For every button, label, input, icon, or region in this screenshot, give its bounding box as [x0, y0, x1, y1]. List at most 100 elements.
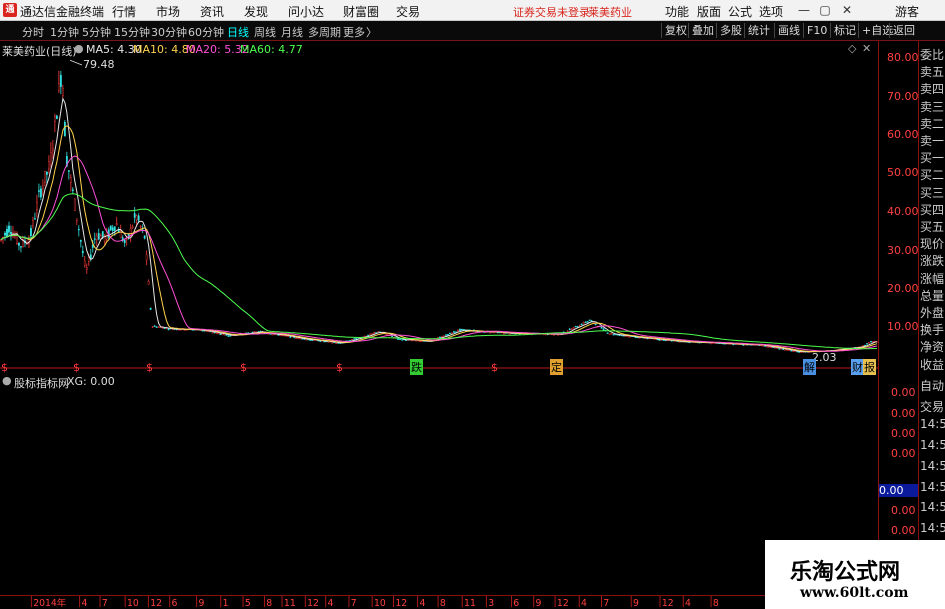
watermark-url: www.60lt.com: [800, 585, 909, 601]
candle-body: [870, 341, 872, 343]
period-multi[interactable]: 多周期: [308, 24, 341, 40]
period-15min[interactable]: 15分钟: [114, 24, 150, 40]
menu-layout[interactable]: 版面: [697, 3, 721, 20]
back-button[interactable]: 返回: [889, 23, 918, 38]
chevron-right-icon[interactable]: 〉: [366, 24, 377, 40]
sub-y-tick-label: 0.00: [891, 427, 916, 440]
event-marker-unlock[interactable]: 解: [803, 359, 816, 375]
time-axis-label: 8: [713, 598, 719, 609]
kline-chart[interactable]: [0, 41, 878, 609]
menu-news[interactable]: 资讯: [200, 3, 224, 20]
diamond-icon[interactable]: ◇: [848, 42, 856, 55]
candle-body: [742, 344, 745, 346]
candle-body: [441, 336, 443, 338]
f10-button[interactable]: F10: [803, 23, 830, 38]
period-weekly[interactable]: 周线: [254, 24, 276, 40]
period-tick[interactable]: 分时: [22, 24, 44, 40]
period-daily[interactable]: 日线: [227, 24, 249, 40]
candle-body: [32, 220, 34, 226]
menu-functions[interactable]: 功能: [665, 3, 689, 20]
candle-body: [397, 338, 399, 340]
current-stock-name: 莱美药业: [588, 6, 632, 19]
statistics-button[interactable]: 统计: [744, 23, 773, 38]
event-marker-dividend[interactable]: $: [336, 361, 343, 374]
candle-body: [155, 326, 158, 328]
candle-body: [355, 338, 358, 340]
candle-body: [794, 350, 797, 352]
event-marker-dividend[interactable]: $: [240, 361, 247, 374]
menu-discover[interactable]: 发现: [244, 3, 268, 20]
menu-options[interactable]: 选项: [759, 3, 783, 20]
event-marker-dividend[interactable]: $: [146, 361, 153, 374]
overlay-button[interactable]: 叠加: [688, 23, 717, 38]
quote-field-label: 卖五: [920, 65, 945, 80]
login-status[interactable]: 证券交易未登录: [513, 4, 590, 20]
quote-field-label: 14:56: [920, 438, 945, 452]
event-marker-drop[interactable]: 跌: [410, 359, 423, 375]
menu-trade[interactable]: 交易: [396, 3, 420, 20]
candle-body: [83, 260, 86, 266]
candle-body: [586, 321, 589, 323]
adjust-price-button[interactable]: 复权: [661, 23, 690, 38]
menu-market-quotes[interactable]: 行情: [112, 3, 136, 20]
time-axis-label: 10: [374, 598, 386, 609]
guest-user[interactable]: 游客: [895, 3, 919, 20]
period-1min[interactable]: 1分钟: [50, 24, 79, 40]
quote-field-label: 卖三: [920, 99, 945, 114]
draw-line-button[interactable]: 画线: [774, 23, 803, 38]
candle-body: [69, 177, 72, 183]
candle-body: [445, 334, 447, 336]
menu-formula[interactable]: 公式: [728, 3, 752, 20]
quote-field-label: 卖四: [920, 82, 945, 97]
restore-icon[interactable]: ▢: [818, 2, 832, 18]
time-axis-label: 12: [150, 598, 162, 609]
candle-body: [139, 225, 142, 228]
candle-body: [205, 330, 208, 332]
period-60min[interactable]: 60分钟: [188, 24, 224, 40]
event-marker-dividend[interactable]: $: [73, 361, 80, 374]
peak-pointer: [69, 59, 83, 66]
candle-body: [43, 171, 46, 183]
candlestick-series: [0, 70, 878, 353]
menu-wealth-circle[interactable]: 财富圈: [343, 3, 379, 20]
multi-stock-button[interactable]: 多股: [716, 23, 745, 38]
time-axis-label: 4: [581, 598, 587, 609]
candle-body: [766, 346, 769, 348]
close-panel-icon[interactable]: ✕: [862, 42, 871, 55]
candle-body: [55, 115, 58, 120]
event-marker-dividend[interactable]: $: [1, 361, 8, 374]
period-more[interactable]: 更多: [343, 24, 365, 40]
quote-field-label: 14:56: [920, 500, 945, 515]
time-axis-label: 8: [440, 598, 446, 609]
time-axis-label: 1: [223, 598, 229, 609]
settings-circle-icon[interactable]: ●: [74, 42, 84, 55]
close-icon[interactable]: ✕: [840, 2, 854, 18]
minimize-icon[interactable]: —: [797, 2, 811, 18]
time-axis-label: 6: [172, 598, 178, 609]
quote-field-label: 买五: [920, 220, 945, 234]
quote-field-label: 14:56: [920, 417, 945, 432]
menu-market[interactable]: 市场: [156, 3, 180, 20]
candle-body: [602, 328, 605, 331]
candle-body: [570, 328, 573, 330]
period-monthly[interactable]: 月线: [281, 24, 303, 40]
period-30min[interactable]: 30分钟: [151, 24, 187, 40]
event-marker-placement[interactable]: 定: [550, 359, 563, 375]
candle-body: [211, 332, 214, 334]
candle-body: [305, 339, 308, 341]
candle-body: [217, 332, 220, 335]
candle-body: [133, 213, 136, 218]
menu-ask-xiaoda[interactable]: 问小达: [288, 3, 324, 20]
event-marker-dividend[interactable]: $: [491, 361, 498, 374]
mark-button[interactable]: 标记: [830, 23, 859, 38]
candle-body: [53, 116, 56, 122]
candle-body: [161, 327, 164, 329]
settings-circle-icon[interactable]: ●: [2, 374, 12, 387]
candle-body: [399, 338, 401, 340]
time-axis-label: 3: [488, 598, 494, 609]
candle-body: [281, 334, 284, 337]
period-5min[interactable]: 5分钟: [82, 24, 111, 40]
event-marker-report[interactable]: 报: [863, 359, 876, 375]
app-logo-icon: 通: [3, 3, 17, 17]
candle-body: [30, 228, 32, 236]
